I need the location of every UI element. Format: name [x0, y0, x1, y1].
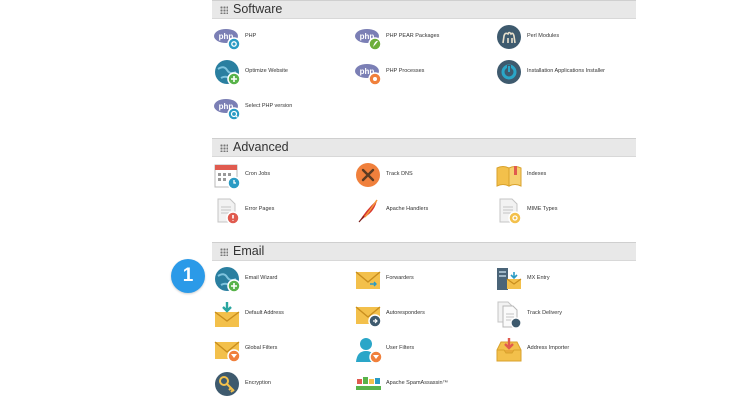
- item-label: MIME Types: [527, 206, 558, 212]
- item-label: Apache Handlers: [386, 206, 429, 212]
- item-label: Default Address: [245, 310, 284, 316]
- mime-types-link[interactable]: MIME Types: [496, 197, 631, 227]
- php-pear-packages-link[interactable]: php PHP PEAR Packages: [355, 24, 490, 54]
- user-filter-icon: [355, 336, 383, 364]
- php-processes-link[interactable]: php PHP Processes: [355, 59, 490, 89]
- envelope-download-icon: [214, 301, 242, 329]
- item-label: MX Entry: [527, 275, 550, 281]
- item-label: Error Pages: [245, 206, 275, 212]
- indexes-link[interactable]: Indexes: [496, 162, 631, 192]
- envelope-filter-icon: [214, 336, 242, 364]
- feather-icon: [355, 197, 383, 225]
- error-page-icon: [214, 197, 242, 225]
- track-delivery-icon: [496, 301, 524, 329]
- user-filters-link[interactable]: User Filters: [355, 336, 490, 366]
- envelope-forward-icon: [355, 266, 383, 294]
- section-header-email: Email: [212, 242, 636, 261]
- address-importer-link[interactable]: Address Importer: [496, 336, 631, 366]
- item-label: Select PHP version: [245, 103, 293, 109]
- item-label: Autoresponders: [386, 310, 425, 316]
- globe-email-icon: [214, 266, 242, 294]
- installer-icon: [496, 59, 524, 87]
- php-icon: php: [214, 24, 242, 52]
- apache-spamassassin-link[interactable]: Apache SpamAssassin™: [355, 371, 490, 401]
- item-label: Apache SpamAssassin™: [386, 380, 449, 386]
- perl-camel-icon: [496, 24, 524, 52]
- section-title: Advanced: [233, 140, 289, 154]
- php-link[interactable]: php PHP: [214, 24, 349, 54]
- key-icon: [214, 371, 242, 399]
- encryption-link[interactable]: Encryption: [214, 371, 349, 401]
- item-label: Encryption: [245, 380, 271, 386]
- perl-modules-link[interactable]: Perl Modules: [496, 24, 631, 54]
- section-header-advanced: Advanced: [212, 138, 636, 157]
- installation-applications-installer-link[interactable]: Installation Applications Installer: [496, 59, 631, 89]
- item-label: Perl Modules: [527, 33, 560, 39]
- mime-icon: [496, 197, 524, 225]
- item-label: PHP Processes: [386, 68, 425, 74]
- item-label: Installation Applications Installer: [527, 68, 605, 74]
- forwarders-link[interactable]: Forwarders: [355, 266, 490, 296]
- php-processes-icon: php: [355, 59, 383, 87]
- item-label: Indexes: [527, 171, 547, 177]
- php-version-icon: php: [214, 94, 242, 122]
- item-label: Optimize Website: [245, 68, 288, 74]
- inbox-import-icon: [496, 336, 524, 364]
- optimize-website-link[interactable]: Optimize Website: [214, 59, 349, 89]
- track-delivery-link[interactable]: Track Delivery: [496, 301, 631, 331]
- mx-entry-link[interactable]: MX Entry: [496, 266, 631, 296]
- section-title: Software: [233, 2, 283, 16]
- item-label: Global Filters: [245, 345, 278, 351]
- error-pages-link[interactable]: Error Pages: [214, 197, 349, 227]
- section-header-software: Software: [212, 0, 636, 19]
- apache-handlers-link[interactable]: Apache Handlers: [355, 197, 490, 227]
- item-label: PHP PEAR Packages: [386, 33, 440, 39]
- cron-jobs-link[interactable]: Cron Jobs: [214, 162, 349, 192]
- item-label: Forwarders: [386, 275, 414, 281]
- track-dns-link[interactable]: Track DNS: [355, 162, 490, 192]
- php-pear-icon: php: [355, 24, 383, 52]
- email-wizard-link[interactable]: Email Wizard: [214, 266, 349, 296]
- item-label: Cron Jobs: [245, 171, 271, 177]
- grip-icon: [220, 6, 228, 14]
- globe-optimize-icon: [214, 59, 242, 87]
- calendar-clock-icon: [214, 162, 242, 190]
- spamassassin-icon: [355, 371, 383, 399]
- global-filters-link[interactable]: Global Filters: [214, 336, 349, 366]
- section-title: Email: [233, 244, 265, 258]
- item-label: Address Importer: [527, 345, 570, 351]
- item-label: PHP: [245, 33, 257, 39]
- default-address-link[interactable]: Default Address: [214, 301, 349, 331]
- item-label: User Filters: [386, 345, 415, 351]
- select-php-version-link[interactable]: php Select PHP version: [214, 94, 349, 124]
- envelope-auto-icon: [355, 301, 383, 329]
- tools-icon: [355, 162, 383, 190]
- mx-entry-icon: [496, 266, 524, 294]
- item-label: Track DNS: [386, 171, 413, 177]
- autoresponders-link[interactable]: Autoresponders: [355, 301, 490, 331]
- step-number-badge: 1: [171, 259, 205, 293]
- item-label: Email Wizard: [245, 275, 278, 281]
- grip-icon: [220, 144, 228, 152]
- item-label: Track Delivery: [527, 310, 562, 316]
- book-icon: [496, 162, 524, 190]
- grip-icon: [220, 248, 228, 256]
